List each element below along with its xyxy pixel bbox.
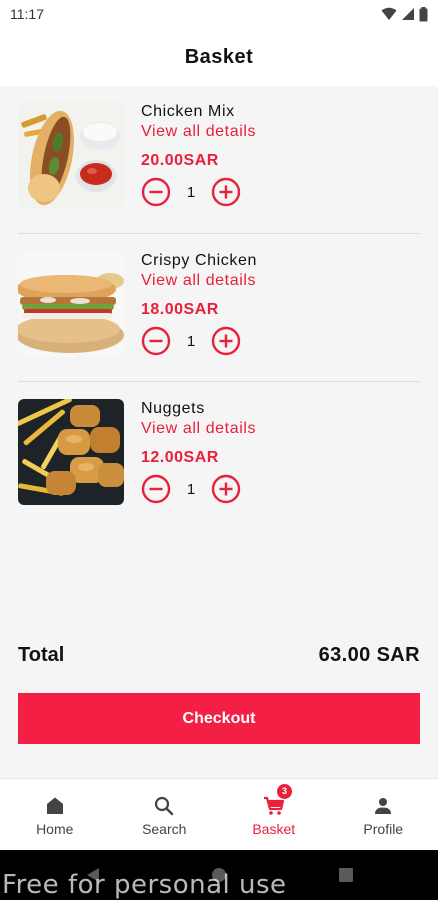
nav-item-home[interactable]: Home <box>0 779 110 850</box>
item-price: 12.00SAR <box>141 449 219 466</box>
item-info: Chicken Mix View all details 20.00SAR 1 <box>141 102 411 207</box>
status-icons <box>381 6 428 22</box>
item-price: 20.00SAR <box>141 152 219 169</box>
item-info: Crispy Chicken View all details 18.00SAR… <box>141 251 411 356</box>
status-bar: 11:17 <box>0 0 438 28</box>
item-price: 18.00SAR <box>141 301 219 318</box>
quantity-stepper: 1 <box>141 177 411 207</box>
app-bar: Basket <box>0 28 438 86</box>
basket-item-crispy-chicken: Crispy Chicken View all details 18.00SAR… <box>18 251 420 361</box>
watermark-text: Free for personal use <box>2 870 287 900</box>
nav-label: Profile <box>363 821 404 837</box>
search-icon <box>155 796 174 816</box>
basket-list: Chicken Mix View all details 20.00SAR 1 <box>0 86 438 778</box>
nav-item-basket[interactable]: 3 Basket <box>219 779 329 850</box>
wifi-icon <box>381 7 397 20</box>
quantity-value: 1 <box>186 183 196 201</box>
nav-label: Basket <box>252 821 296 837</box>
battery-icon <box>419 6 428 21</box>
quantity-stepper: 1 <box>141 326 411 356</box>
nav-label: Search <box>142 821 187 837</box>
item-divider <box>18 233 420 234</box>
quantity-value: 1 <box>186 480 196 498</box>
item-name: Chicken Mix <box>141 103 235 120</box>
plus-circle-icon[interactable] <box>211 177 241 207</box>
page-title: Basket <box>184 45 254 68</box>
system-navigation-bar: Free for personal use <box>0 850 438 900</box>
nuggets-image <box>18 399 124 505</box>
basket-item-chicken-mix: Chicken Mix View all details 20.00SAR 1 <box>18 102 420 212</box>
item-divider <box>18 381 420 382</box>
nuggets-fries-image <box>18 399 124 505</box>
cart-count-badge: 3 <box>277 784 292 799</box>
total-row: Total 63.00 SAR <box>18 642 420 668</box>
chicken-mix-sandwich-image <box>18 102 124 208</box>
chicken-mix-image <box>18 102 124 208</box>
view-details-link[interactable]: View all details <box>141 419 411 439</box>
person-icon <box>375 798 392 814</box>
total-label: Total <box>18 643 65 666</box>
crispy-chicken-sandwich-image <box>18 251 124 357</box>
item-info: Nuggets View all details 12.00SAR 1 <box>141 399 411 504</box>
total-value: 63.00 SAR <box>318 643 420 666</box>
item-name: Crispy Chicken <box>141 252 257 269</box>
checkout-button[interactable]: Checkout <box>18 693 420 744</box>
quantity-value: 1 <box>186 332 196 350</box>
recents-icon[interactable] <box>338 867 354 883</box>
item-name: Nuggets <box>141 400 205 417</box>
minus-circle-icon[interactable] <box>141 474 171 504</box>
minus-circle-icon[interactable] <box>141 326 171 356</box>
crispy-chicken-image <box>18 251 124 357</box>
view-details-link[interactable]: View all details <box>141 271 411 291</box>
signal-icon <box>402 8 414 20</box>
minus-circle-icon[interactable] <box>141 177 171 207</box>
view-details-link[interactable]: View all details <box>141 122 411 142</box>
bottom-nav: Home Search 3 Basket Profile <box>0 778 438 850</box>
plus-circle-icon[interactable] <box>211 326 241 356</box>
home-icon <box>46 797 63 814</box>
plus-circle-icon[interactable] <box>211 474 241 504</box>
status-time: 11:17 <box>10 6 44 22</box>
nav-label: Home <box>36 821 74 837</box>
nav-item-search[interactable]: Search <box>110 779 220 850</box>
nav-item-profile[interactable]: Profile <box>329 779 438 850</box>
quantity-stepper: 1 <box>141 474 411 504</box>
basket-item-nuggets: Nuggets View all details 12.00SAR 1 <box>18 399 420 509</box>
